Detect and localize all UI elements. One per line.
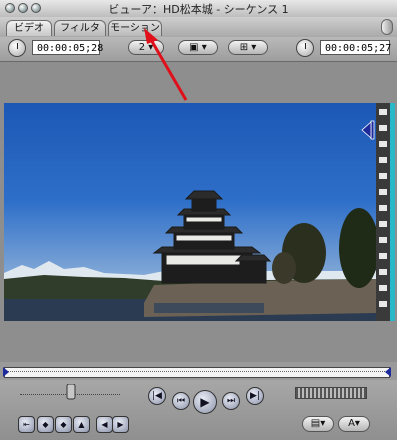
shuttle-slider[interactable] — [20, 384, 120, 400]
play-around-current-button[interactable]: ▶| — [246, 387, 264, 405]
window-title: ビューア：HD松本城 - シーケンス 1 — [108, 3, 289, 16]
out-point-marker-icon — [361, 120, 375, 140]
chevron-down-icon: ▾ — [320, 418, 326, 429]
video-frame[interactable] — [4, 103, 376, 321]
duration-timecode-field[interactable]: 00:00:05;28 — [32, 40, 103, 55]
add-marker-button[interactable]: ▲ — [73, 416, 90, 433]
go-to-previous-edit-button[interactable]: ⏮ — [172, 392, 190, 410]
in-point-icon[interactable] — [2, 367, 10, 378]
current-timecode-field[interactable]: 00:00:05;27 — [320, 40, 391, 55]
match-frame-button[interactable]: ⇤ — [18, 416, 35, 433]
tab-video[interactable]: ビデオ — [6, 20, 52, 36]
zoom-value: 2 — [138, 42, 146, 53]
title-bar: ビューア：HD松本城 - シーケンス 1 — [0, 0, 397, 18]
chevron-down-icon: ▾ — [201, 42, 207, 53]
clips-icon: ▤ — [310, 418, 321, 429]
view-mode-icon: ▣ — [189, 42, 199, 53]
tab-motion[interactable]: モーション — [108, 20, 162, 36]
mark-in-button[interactable]: ◆ — [37, 416, 54, 433]
tab-bar: ビデオ フィルタ モーション — [0, 17, 397, 37]
play-in-to-out-button[interactable]: |◀ — [148, 387, 166, 405]
timeline-scrubber[interactable] — [2, 367, 392, 378]
overlay-popup[interactable]: ⊞ ▾ — [228, 40, 268, 55]
chevron-down-icon: ▾ — [354, 418, 360, 429]
duration-clock-icon — [8, 39, 26, 57]
mark-out-button[interactable]: ◀ — [96, 416, 113, 433]
generator-icon: A — [348, 418, 355, 429]
generator-popup[interactable]: A▾ — [338, 416, 370, 432]
out-point-strip — [390, 103, 395, 321]
shuttle-knob-icon[interactable] — [66, 384, 76, 400]
current-time-clock-icon — [296, 39, 314, 57]
tab-filters[interactable]: フィルタ — [54, 20, 106, 36]
add-keyframe-button[interactable]: ◆ — [55, 416, 72, 433]
jog-control[interactable] — [295, 387, 367, 399]
filmstrip-edge — [376, 103, 390, 321]
castle-scene-image — [4, 190, 376, 321]
mark-clip-button[interactable]: ▶ — [112, 416, 129, 433]
recent-clips-popup[interactable]: ▤▾ — [302, 416, 334, 432]
viewer-window: ビューア：HD松本城 - シーケンス 1 ビデオ フィルタ モーション 00:0… — [0, 0, 397, 440]
play-button[interactable]: ▶ — [193, 390, 217, 414]
viewer-toolbar: 00:00:05;28 2 ▾ ▣ ▾ ⊞ ▾ 00:00:05;27 — [0, 37, 397, 62]
chevron-down-icon: ▾ — [148, 42, 154, 53]
chevron-down-icon: ▾ — [251, 42, 257, 53]
view-popup[interactable]: ▣ ▾ — [178, 40, 218, 55]
zoom-popup[interactable]: 2 ▾ — [128, 40, 164, 55]
overlay-icon: ⊞ — [239, 42, 249, 53]
go-to-next-edit-button[interactable]: ⏭ — [222, 392, 240, 410]
window-resize-knob[interactable] — [381, 19, 393, 35]
out-point-icon[interactable] — [384, 367, 392, 378]
